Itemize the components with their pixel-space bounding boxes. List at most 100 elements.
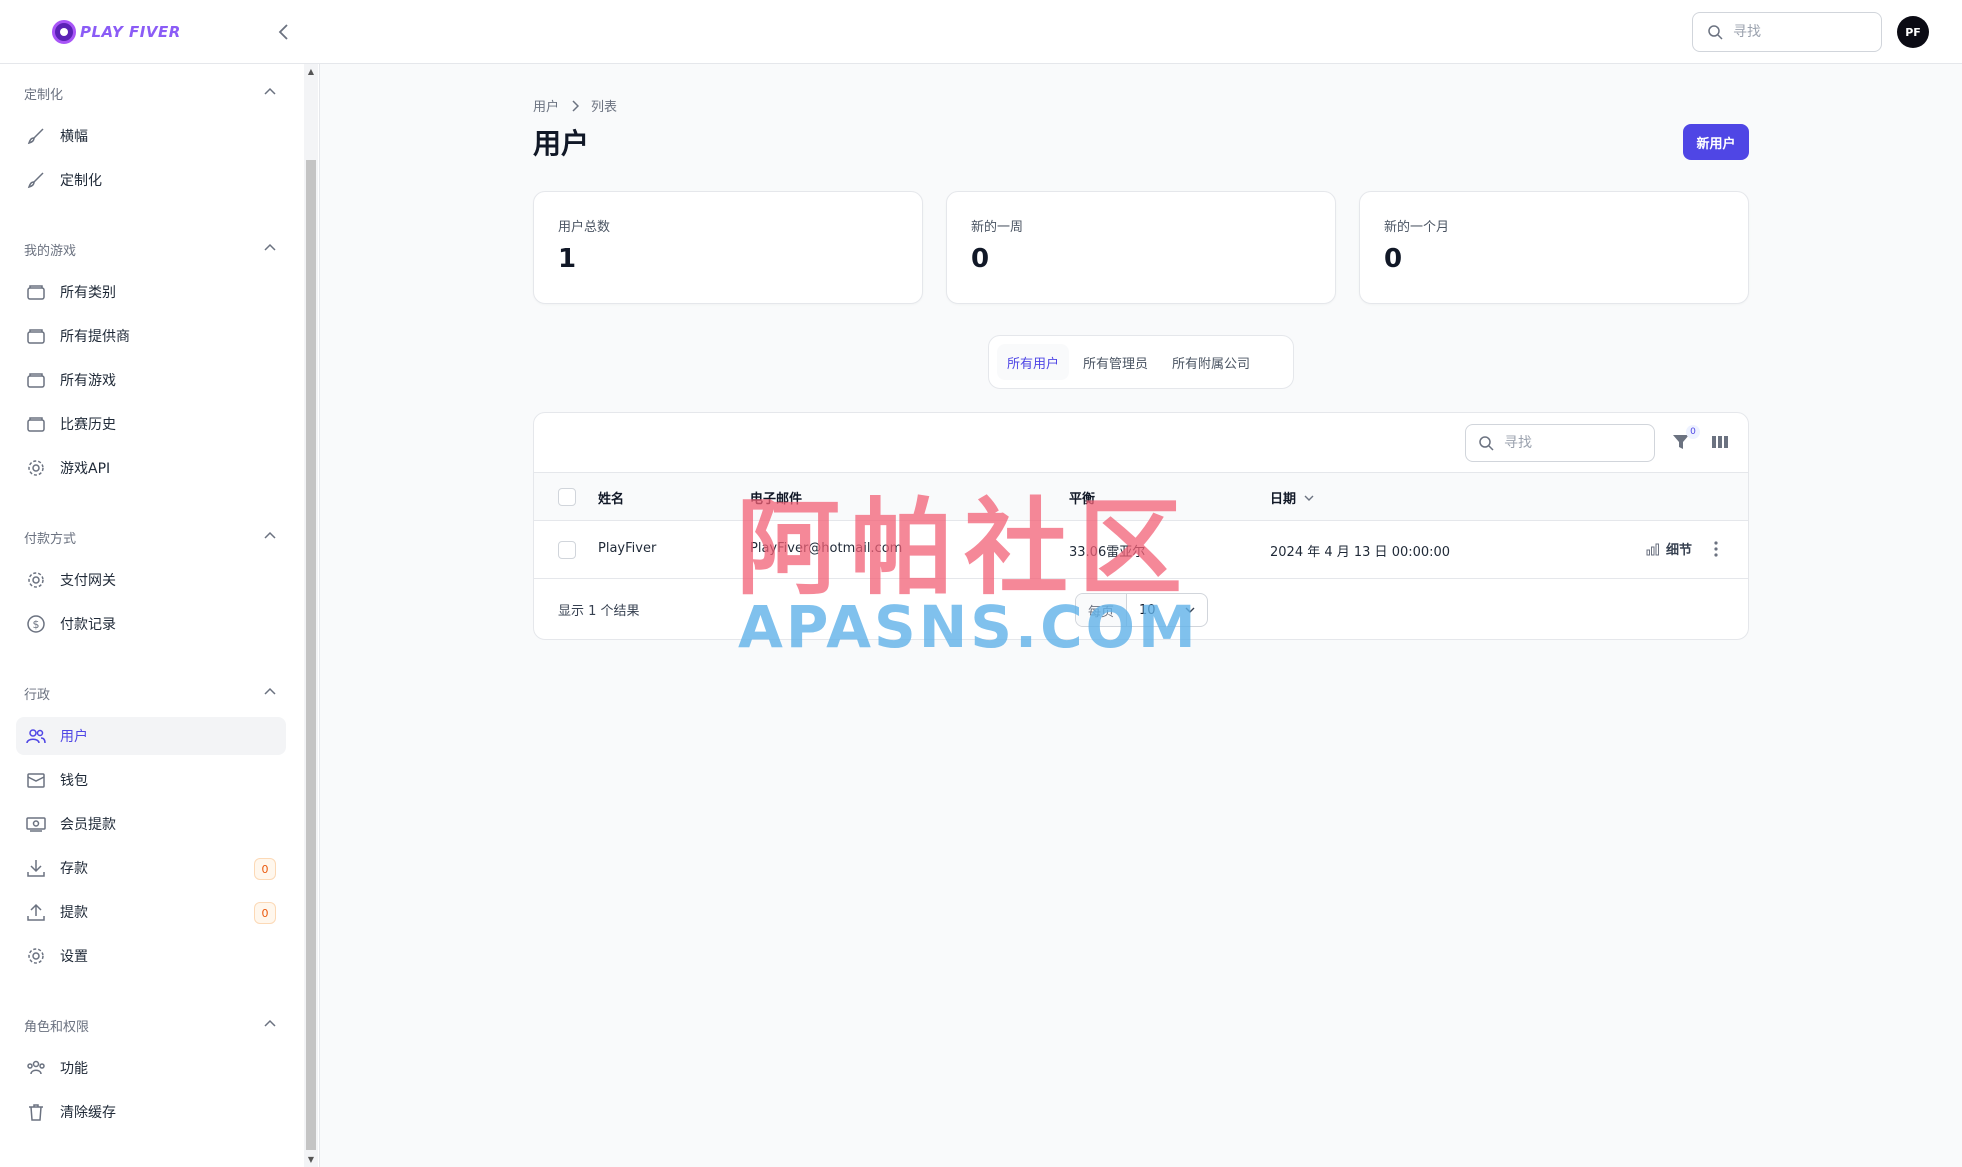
sidebar: 定制化 横幅 定制化 我的游戏 所有类别 所有提供商 所有游戏 比赛历史 游戏API 付款方式 支付… — [0, 64, 320, 1167]
table-toolbar: 0 — [534, 413, 1748, 473]
upload-icon — [24, 900, 48, 924]
sidebar-group-label: 行政 — [24, 688, 51, 703]
sidebar-item-label: 用户 — [60, 729, 88, 745]
tab-all-admins[interactable]: 所有管理员 — [1073, 344, 1158, 380]
sidebar-item[interactable]: 比赛历史 — [16, 405, 286, 443]
sidebar-item-label: 功能 — [60, 1061, 88, 1077]
folder-icon — [24, 412, 48, 436]
sidebar-item-label: 比赛历史 — [60, 417, 116, 433]
sidebar-item[interactable]: 定制化 — [16, 161, 286, 199]
sidebar-collapse-button[interactable] — [272, 18, 296, 46]
select-all-checkbox[interactable] — [558, 488, 576, 506]
row-details-label: 细节 — [1666, 543, 1693, 558]
row-checkbox[interactable] — [558, 541, 576, 559]
breadcrumb-item: 列表 — [591, 100, 618, 115]
results-count: 显示 1 个结果 — [558, 604, 640, 619]
row-details-button[interactable]: 细节 — [1646, 539, 1692, 558]
sidebar-group-header[interactable]: 定制化 — [24, 84, 276, 103]
new-user-button[interactable]: 新用户 — [1683, 124, 1749, 160]
gear-icon — [24, 568, 48, 592]
sidebar-item[interactable]: 所有游戏 — [16, 361, 286, 399]
sidebar-item-label: 横幅 — [60, 129, 88, 145]
stat-card-new-week: 新的一周 0 — [946, 191, 1336, 304]
sidebar-item[interactable]: 所有提供商 — [16, 317, 286, 355]
stat-card-total-users: 用户总数 1 — [533, 191, 923, 304]
count-badge: 0 — [254, 858, 276, 880]
search-icon — [1708, 25, 1723, 40]
more-vertical-icon[interactable] — [1706, 539, 1726, 559]
sidebar-group-label: 我的游戏 — [24, 244, 77, 259]
sidebar-item[interactable]: 提款 0 — [16, 893, 286, 931]
column-header-date[interactable]: 日期 — [1270, 488, 1314, 507]
stat-value: 1 — [558, 244, 577, 274]
user-group-icon — [24, 1056, 48, 1080]
sidebar-group-header[interactable]: 我的游戏 — [24, 240, 276, 259]
table-search-input[interactable] — [1504, 435, 1634, 451]
chevron-down-icon — [1304, 495, 1314, 501]
chevron-left-icon — [278, 24, 288, 40]
avatar[interactable]: PF — [1897, 16, 1929, 48]
sidebar-item-label: 支付网关 — [60, 573, 116, 589]
bar-chart-icon — [1646, 543, 1659, 555]
sidebar-item[interactable]: 所有类别 — [16, 273, 286, 311]
scroll-down-icon[interactable]: ▼ — [306, 1154, 316, 1164]
breadcrumb-item[interactable]: 用户 — [533, 96, 559, 115]
logo-text: PLAY FIVER — [80, 23, 181, 41]
sidebar-group-header[interactable]: 角色和权限 — [24, 1016, 276, 1035]
global-search-input[interactable] — [1733, 24, 1853, 40]
count-badge: 0 — [254, 902, 276, 924]
sidebar-item[interactable]: 设置 — [16, 937, 286, 975]
sidebar-item[interactable]: $ 付款记录 — [16, 605, 286, 643]
watermark-cn: 阿帕社区 — [736, 486, 1193, 609]
paintbrush-icon — [24, 124, 48, 148]
chevron-right-icon — [572, 99, 580, 112]
page-title: 用户 — [533, 127, 590, 160]
sidebar-item[interactable]: 用户 — [16, 717, 286, 755]
sidebar-item-label: 设置 — [60, 949, 88, 965]
sidebar-item-label: 所有类别 — [60, 285, 116, 301]
sidebar-item[interactable]: 游戏API — [16, 449, 286, 487]
columns-icon[interactable] — [1709, 431, 1731, 453]
sidebar-nav: 定制化 横幅 定制化 我的游戏 所有类别 所有提供商 所有游戏 比赛历史 游戏API 付款方式 支付… — [0, 64, 304, 1167]
sidebar-item[interactable]: 功能 — [16, 1049, 286, 1087]
logo[interactable]: PLAY FIVER — [52, 20, 181, 44]
folder-icon — [24, 280, 48, 304]
cell-name: PlayFiver — [598, 541, 657, 556]
gear-icon — [24, 456, 48, 480]
sidebar-item[interactable]: 清除缓存 — [16, 1093, 286, 1131]
folder-icon — [24, 324, 48, 348]
breadcrumb: 用户 列表 — [533, 96, 617, 115]
sidebar-item-label: 钱包 — [60, 773, 88, 789]
table-search[interactable] — [1465, 424, 1655, 462]
chevron-up-icon[interactable] — [264, 240, 276, 259]
svg-text:$: $ — [33, 618, 40, 631]
chevron-up-icon[interactable] — [264, 1016, 276, 1035]
sidebar-group-label: 定制化 — [24, 88, 64, 103]
user-tabs: 所有用户 所有管理员 所有附属公司 — [988, 335, 1294, 389]
global-search[interactable] — [1692, 12, 1882, 52]
chevron-up-icon[interactable] — [264, 84, 276, 103]
chevron-up-icon[interactable] — [264, 528, 276, 547]
sidebar-item[interactable]: 横幅 — [16, 117, 286, 155]
sidebar-item[interactable]: 钱包 — [16, 761, 286, 799]
sidebar-group-header[interactable]: 付款方式 — [24, 528, 276, 547]
sidebar-item-label: 所有提供商 — [60, 329, 130, 345]
tab-all-users[interactable]: 所有用户 — [997, 344, 1070, 380]
column-header-name[interactable]: 姓名 — [598, 488, 624, 507]
trash-icon — [24, 1100, 48, 1124]
watermark-en: APASNS.COM — [738, 593, 1199, 661]
download-icon — [24, 856, 48, 880]
folder-icon — [24, 368, 48, 392]
sidebar-item-label: 所有游戏 — [60, 373, 116, 389]
banknote-icon — [24, 812, 48, 836]
chevron-up-icon[interactable] — [264, 684, 276, 703]
tab-all-affiliates[interactable]: 所有附属公司 — [1162, 344, 1260, 380]
sidebar-item[interactable]: 存款 0 — [16, 849, 286, 887]
scroll-up-icon[interactable]: ▲ — [306, 66, 316, 76]
sidebar-group-header[interactable]: 行政 — [24, 684, 276, 703]
sidebar-scrollbar-thumb[interactable] — [306, 160, 316, 1150]
search-icon — [1479, 436, 1494, 451]
sidebar-item[interactable]: 支付网关 — [16, 561, 286, 599]
stat-value: 0 — [1384, 244, 1403, 274]
sidebar-item[interactable]: 会员提款 — [16, 805, 286, 843]
